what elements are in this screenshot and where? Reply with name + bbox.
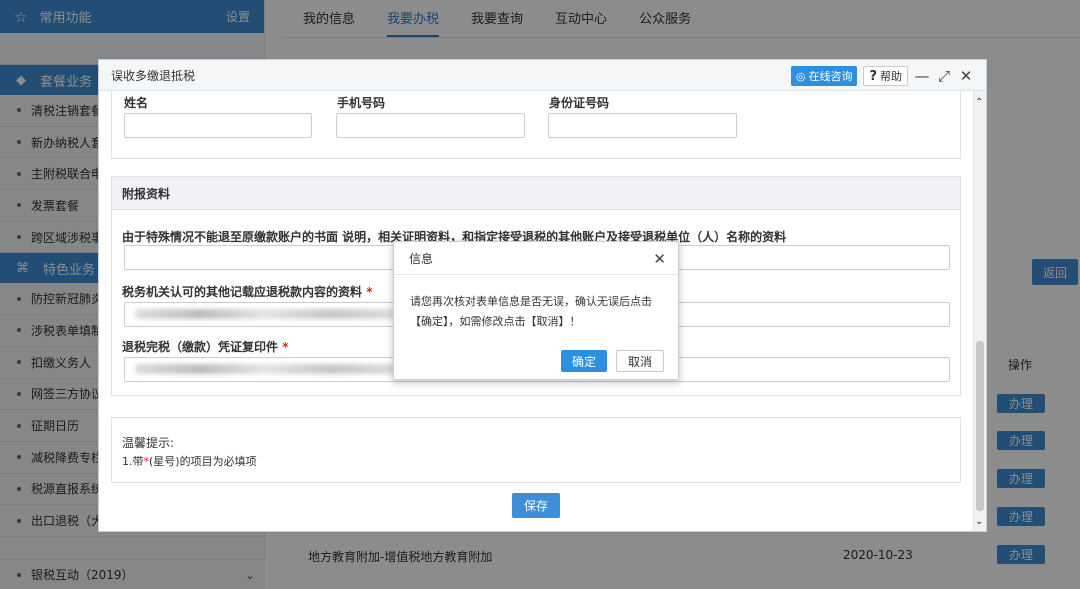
dialog-scrollbar[interactable]: ⌃ ⌄ xyxy=(973,91,986,531)
save-button[interactable]: 保存 xyxy=(512,493,560,518)
online-consult-button[interactable]: ◎ 在线咨询 xyxy=(790,66,858,86)
attach-q3-label: 退税完税（缴款）凭证复印件 * xyxy=(122,338,288,355)
blurred-text xyxy=(135,309,395,319)
required-mark: * xyxy=(366,285,373,299)
attach-q2-label: 税务机关认可的其他记载应退税款内容的资料 * xyxy=(122,283,372,300)
required-mark: * xyxy=(282,340,289,354)
attachments-title: 附报资料 xyxy=(112,177,960,210)
applicant-panel: 姓名 手机号码 身份证号码 xyxy=(111,91,961,159)
ok-button[interactable]: 确定 xyxy=(561,350,607,372)
minimize-icon[interactable]: — xyxy=(914,67,930,85)
tips-title: 温馨提示: xyxy=(122,436,175,450)
help-label: 帮助 xyxy=(880,70,902,83)
scroll-up-icon[interactable]: ⌃ xyxy=(975,97,983,108)
close-icon[interactable]: ✕ xyxy=(653,250,666,268)
phone-label: 手机号码 xyxy=(337,96,386,110)
dialog-title: 误收多缴退抵税 xyxy=(111,68,196,83)
tips-prefix: 1.带 xyxy=(122,455,144,468)
cancel-button[interactable]: 取消 xyxy=(616,350,664,372)
id-field[interactable] xyxy=(548,113,737,138)
confirm-titlebar: 信息 ✕ xyxy=(394,242,678,275)
tips-suffix: (星号)的项目为必填项 xyxy=(149,455,257,468)
maximize-icon[interactable]: ⤢ xyxy=(936,67,952,85)
attach-q2-text: 税务机关认可的其他记载应退税款内容的资料 xyxy=(122,285,363,299)
confirm-dialog: 信息 ✕ 请您再次核对表单信息是否无误，确认无误后点击【确定】，如需修改点击【取… xyxy=(393,241,679,380)
question-icon: ? xyxy=(869,68,877,84)
help-button[interactable]: ? 帮助 xyxy=(863,66,908,86)
phone-field[interactable] xyxy=(336,113,525,138)
dialog-tools: ◎ 在线咨询 ? 帮助 — ⤢ ✕ xyxy=(790,66,974,86)
confirm-message: 请您再次核对表单信息是否无误，确认无误后点击【确定】，如需修改点击【取消】！ xyxy=(410,295,652,328)
name-label: 姓名 xyxy=(124,96,149,110)
blurred-text xyxy=(135,364,395,374)
dialog-titlebar: 误收多缴退抵税 ◎ 在线咨询 ? 帮助 — ⤢ ✕ xyxy=(99,60,986,91)
close-icon[interactable]: ✕ xyxy=(958,67,974,85)
attach-q3-text: 退税完税（缴款）凭证复印件 xyxy=(122,340,279,354)
scrollbar-thumb[interactable] xyxy=(976,341,984,511)
tips-panel: 温馨提示: 1.带*(星号)的项目为必填项 xyxy=(111,417,961,483)
id-label: 身份证号码 xyxy=(549,96,610,110)
tips-line: 1.带*(星号)的项目为必填项 xyxy=(122,453,257,469)
consult-label: 在线咨询 xyxy=(808,70,853,83)
headset-icon: ◎ xyxy=(795,69,806,83)
name-field[interactable] xyxy=(124,113,312,138)
scroll-down-icon[interactable]: ⌄ xyxy=(975,516,983,527)
confirm-title: 信息 xyxy=(409,251,434,266)
